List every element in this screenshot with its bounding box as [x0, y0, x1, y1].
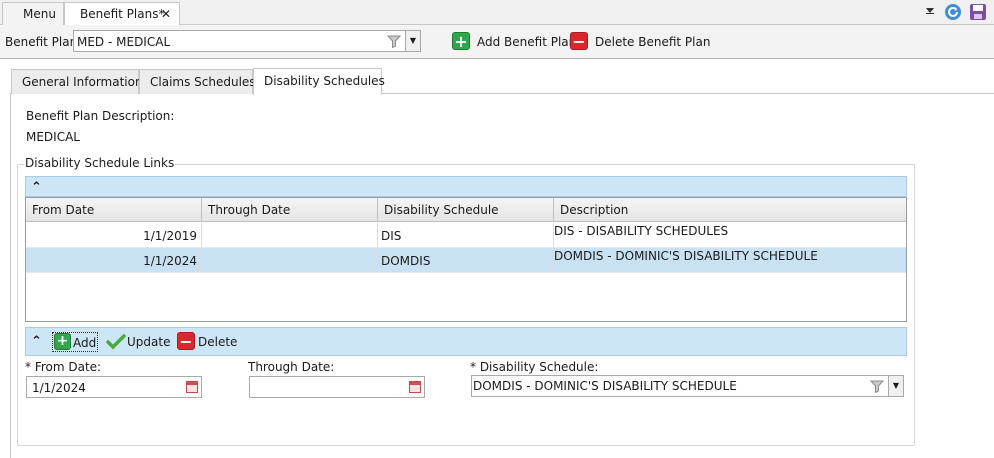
from-date-value: 1/1/2019	[143, 229, 197, 243]
through-date-cell	[202, 248, 378, 273]
table-row-selected[interactable]: 1/1/2024 DOMDIS DOMDIS - DOMINIC'S DISAB…	[26, 248, 906, 273]
tab-disability-schedules[interactable]: Disability Schedules	[253, 68, 385, 95]
doc-tab-benefit-plans[interactable]: Benefit Plans* ✕	[64, 2, 180, 26]
through-date-label: Through Date:	[248, 360, 335, 374]
tab-general-information-label: General Information	[22, 75, 143, 89]
add-row-button[interactable]: + Add	[52, 332, 98, 352]
from-date-cell: 1/1/2024	[26, 248, 202, 273]
benefit-plan-combo[interactable]: MED - MEDICAL ▼	[73, 30, 421, 52]
filter-icon[interactable]	[870, 379, 884, 393]
close-icon[interactable]: ✕	[161, 3, 171, 25]
doc-tab-menu-label: Menu	[23, 7, 56, 21]
document-tab-strip: Menu Benefit Plans* ✕	[0, 0, 994, 26]
disability-schedule-links-grid: From Date Through Date Disability Schedu…	[25, 197, 907, 322]
disability-schedule-value: DOMDIS	[381, 254, 431, 268]
checkmark-icon	[106, 334, 126, 350]
dropdown-bar-icon	[926, 13, 934, 14]
through-date-input[interactable]	[249, 376, 425, 398]
from-date-cell: 1/1/2019	[26, 223, 202, 248]
doc-tab-benefit-plans-label: Benefit Plans*	[80, 7, 165, 21]
disability-schedule-cell: DIS	[378, 223, 554, 248]
update-row-button[interactable]: Update	[106, 332, 174, 352]
description-value: DIS - DISABILITY SCHEDULES	[554, 224, 729, 238]
column-header-disability-schedule[interactable]: Disability Schedule	[378, 198, 554, 222]
calendar-icon[interactable]	[186, 381, 198, 393]
disability-schedule-links-label: Disability Schedule Links	[24, 156, 176, 170]
benefit-plan-description-value: MEDICAL	[26, 130, 80, 144]
benefit-plan-value: MED - MEDICAL	[77, 35, 171, 49]
from-date-input[interactable]: 1/1/2024	[26, 376, 202, 398]
plus-icon: +	[54, 333, 71, 350]
description-value: DOMDIS - DOMINIC'S DISABILITY SCHEDULE	[554, 249, 818, 263]
disability-schedule-label: * Disability Schedule:	[470, 360, 599, 374]
chevron-up-icon[interactable]: ⌃	[31, 334, 42, 349]
filter-icon[interactable]	[387, 34, 401, 48]
chevron-up-icon[interactable]: ⌃	[31, 180, 42, 195]
tab-claims-schedules[interactable]: Claims Schedules	[139, 69, 256, 94]
disability-schedule-dropdown-button[interactable]: ▼	[888, 376, 903, 396]
benefit-plan-toolbar: Benefit Plan: MED - MEDICAL ▼ + Add Bene…	[0, 25, 994, 59]
from-date-label: * From Date:	[25, 360, 102, 374]
disability-schedule-cell: DOMDIS	[378, 248, 554, 273]
refresh-icon[interactable]	[944, 3, 962, 21]
tab-claims-schedules-label: Claims Schedules	[150, 75, 256, 89]
tab-general-information[interactable]: General Information	[11, 69, 143, 94]
column-header-from-date[interactable]: From Date	[26, 198, 202, 222]
update-row-label: Update	[127, 335, 171, 349]
doc-tab-menu[interactable]: Menu	[2, 2, 64, 25]
disability-schedule-combo-value: DOMDIS - DOMINIC'S DISABILITY SCHEDULE	[473, 379, 737, 393]
add-benefit-plan-button[interactable]: Add Benefit Plan	[477, 35, 576, 49]
column-header-description[interactable]: Description	[554, 198, 906, 222]
minus-icon[interactable]: −	[570, 32, 588, 50]
column-header-through-date[interactable]: Through Date	[202, 198, 378, 222]
disability-schedule-value: DIS	[381, 229, 402, 243]
grid-collapse-bar[interactable]: ⌃	[25, 176, 907, 197]
add-row-label: Add	[73, 336, 97, 350]
delete-row-button[interactable]: − Delete	[177, 332, 237, 352]
benefit-plan-dropdown-button[interactable]: ▼	[405, 31, 420, 51]
tab-disability-schedules-label: Disability Schedules	[264, 74, 385, 88]
description-cell: DIS - DISABILITY SCHEDULES	[554, 223, 906, 248]
table-row[interactable]: 1/1/2019 DIS DIS - DISABILITY SCHEDULES	[26, 223, 906, 248]
minus-icon: −	[177, 332, 195, 350]
save-icon[interactable]	[969, 3, 987, 21]
benefit-plan-label: Benefit Plan:	[5, 35, 82, 49]
benefit-plan-description-label: Benefit Plan Description:	[26, 109, 175, 123]
plus-icon[interactable]: +	[452, 32, 470, 50]
from-date-value: 1/1/2024	[143, 254, 197, 268]
calendar-icon[interactable]	[409, 381, 421, 393]
grid-action-bar: ⌃ + Add Update − Delete	[25, 327, 907, 356]
delete-benefit-plan-button[interactable]: Delete Benefit Plan	[595, 35, 710, 49]
delete-row-label: Delete	[198, 335, 238, 349]
description-cell: DOMDIS - DOMINIC'S DISABILITY SCHEDULE	[554, 248, 906, 273]
from-date-input-value: 1/1/2024	[32, 381, 86, 395]
disability-schedule-combo[interactable]: DOMDIS - DOMINIC'S DISABILITY SCHEDULE ▼	[471, 375, 904, 397]
through-date-cell	[202, 223, 378, 248]
